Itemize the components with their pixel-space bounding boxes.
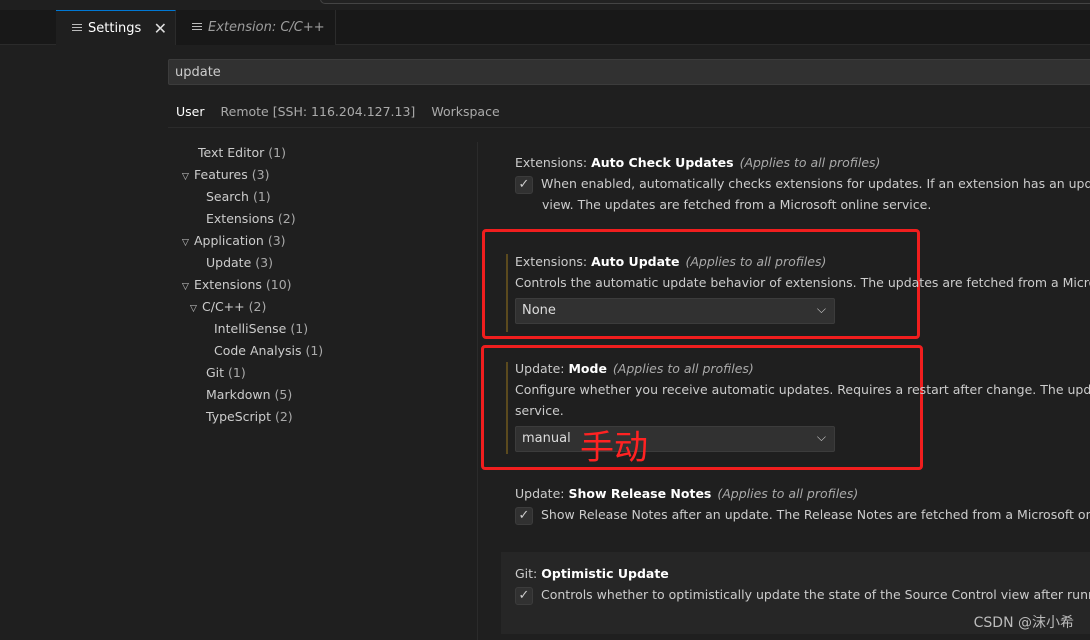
toc-item[interactable]: IntelliSense (1) [180, 318, 470, 340]
divider [168, 127, 1090, 128]
chevron-down-icon: ▽ [182, 238, 189, 248]
settings-lines-icon [72, 23, 82, 33]
update-mode-select[interactable]: manual ⌵ [515, 426, 835, 452]
tab-label: Settings [88, 20, 142, 36]
toc-item[interactable]: Search (1) [180, 186, 470, 208]
toc-item[interactable]: ▽ Features (3) [180, 164, 470, 186]
tab-extension-cpp[interactable]: Extension: C/C++ [176, 10, 336, 45]
scope-tab-user[interactable]: User [168, 100, 213, 128]
settings-toc: Text Editor (1) ▽ Features (3) Search (1)… [180, 142, 470, 428]
chevron-down-icon: ▽ [190, 304, 197, 314]
auto-update-select[interactable]: None ⌵ [515, 298, 835, 324]
toc-item[interactable]: Code Analysis (1) [180, 340, 470, 362]
toc-item[interactable]: Git (1) [180, 362, 470, 384]
setting-git-optimistic-update: Git: Optimistic Update ✓ Controls whether… [515, 566, 1090, 605]
checkbox[interactable]: ✓ [515, 506, 533, 525]
toc-item[interactable]: ▽ Extensions (10) [180, 274, 470, 296]
toc-item[interactable]: ▽ C/C++ (2) [180, 296, 470, 318]
setting-auto-update: Extensions: Auto Update (Applies to all p… [515, 254, 1090, 324]
setting-show-release-notes: Update: Show Release Notes (Applies to al… [515, 486, 1090, 525]
chevron-down-icon: ▽ [182, 282, 189, 292]
chevron-down-icon: ⌵ [816, 302, 826, 316]
setting-auto-check-updates: Extensions: Auto Check Updates (Applies t… [515, 155, 1090, 212]
toc-item[interactable]: Update (3) [180, 252, 470, 274]
tab-label: Extension: C/C++ [208, 20, 325, 35]
checkbox[interactable]: ✓ [515, 586, 533, 605]
modified-indicator [506, 254, 508, 332]
scope-tab-workspace[interactable]: Workspace [423, 100, 507, 128]
watermark: CSDN @沫小希 [973, 615, 1074, 631]
scope-tabs: User Remote [SSH: 116.204.127.13] Worksp… [168, 100, 508, 128]
checkbox[interactable]: ✓ [515, 175, 533, 194]
close-icon[interactable]: ✕ [154, 19, 167, 38]
toc-item[interactable]: Markdown (5) [180, 384, 470, 406]
toc-item[interactable]: TypeScript (2) [180, 406, 470, 428]
settings-search-input[interactable]: update [168, 59, 1090, 85]
tab-settings[interactable]: Settings ✕ [56, 10, 176, 45]
sash[interactable] [477, 142, 478, 640]
toc-item[interactable]: Extensions (2) [180, 208, 470, 230]
chevron-down-icon: ⌵ [816, 430, 826, 444]
scope-tab-remote[interactable]: Remote [SSH: 116.204.127.13] [213, 100, 424, 128]
extension-lines-icon [192, 23, 202, 32]
toc-item[interactable]: Text Editor (1) [180, 142, 470, 164]
modified-indicator [506, 362, 508, 454]
chevron-down-icon: ▽ [182, 172, 189, 182]
annotation-text: 手动 [580, 428, 648, 468]
command-center[interactable] [320, 0, 1090, 4]
toc-item[interactable]: ▽ Application (3) [180, 230, 470, 252]
